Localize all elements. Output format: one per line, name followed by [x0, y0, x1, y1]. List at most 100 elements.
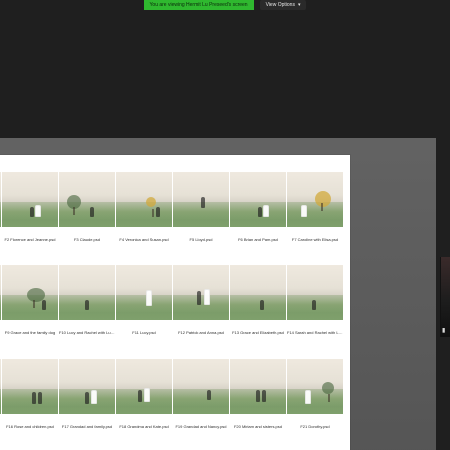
figure-mark — [156, 207, 160, 217]
figure-mark — [260, 300, 264, 310]
thumbnail-cell[interactable]: F2 Florence and Jeanne.psd — [2, 172, 58, 242]
viewing-screen-badge: You are viewing Hermit Lu Preseed's scre… — [143, 0, 254, 10]
thumbnail-image — [59, 359, 115, 414]
thumbnail-cell[interactable]: F12 Patrick and Anna.psd — [173, 265, 229, 335]
thumbnail-cell[interactable]: F9 Grace and the family dog — [2, 265, 58, 335]
tree-mark — [322, 382, 334, 402]
participant-video-feed — [441, 257, 450, 337]
thumbnail-image — [173, 359, 229, 414]
tree-mark — [67, 195, 81, 215]
figure-mark — [201, 197, 205, 208]
thumbnail-cell[interactable]: F11 Lucy.psd — [116, 265, 172, 335]
thumbnail-cell[interactable]: F3 Claude.psd — [59, 172, 115, 242]
thumbnail-cell[interactable]: F19 Grandad and Nancy.psd — [173, 359, 229, 429]
thumbnail-image — [59, 172, 115, 227]
zoom-meeting-window: You are viewing Hermit Lu Preseed's scre… — [0, 0, 450, 450]
thumbnail-cell[interactable] — [0, 359, 1, 424]
figure-mark — [35, 205, 41, 217]
thumbnail-image — [116, 359, 172, 414]
thumbnail-caption: F4 Veronica and Susan.psd — [119, 237, 169, 242]
thumbnail-caption: F21 Dorothy.psd — [300, 424, 330, 429]
thumbnail-image — [2, 359, 58, 414]
figure-mark — [32, 392, 36, 404]
thumbnail-cell[interactable]: F6 Brian and Pam.psd — [230, 172, 286, 242]
thumbnail-caption: F19 Grandad and Nancy.psd — [175, 424, 227, 429]
figure-mark — [85, 300, 89, 310]
thumbnail-caption: F18 Grandma and Kate.psd — [119, 424, 169, 429]
thumbnail-image — [287, 172, 343, 227]
thumbnail-image — [230, 265, 286, 320]
thumbnail-caption: F9 Grace and the family dog — [4, 330, 56, 335]
thumbnail-caption: F2 Florence and Jeanne.psd — [4, 237, 56, 242]
thumbnail-caption: F11 Lucy.psd — [132, 330, 156, 335]
thumbnail-image — [173, 172, 229, 227]
thumbnail-image — [230, 172, 286, 227]
thumbnail-image — [0, 265, 1, 320]
participant-video-tile[interactable]: ▮ — [440, 257, 450, 337]
thumbnail-caption: F3 Claude.psd — [73, 237, 100, 242]
figure-mark — [91, 390, 97, 404]
figure-mark — [204, 289, 210, 305]
thumbnail-cell[interactable]: F14 Sarah and Rachel with Lucy.psd — [287, 265, 343, 335]
thumbnail-image — [2, 265, 58, 320]
figure-mark — [144, 388, 150, 402]
figure-mark — [258, 207, 262, 217]
figure-mark — [301, 205, 307, 217]
tree-mark — [315, 191, 331, 211]
figure-mark — [305, 390, 311, 404]
thumbnail-image — [0, 359, 1, 414]
thumbnail-image — [230, 359, 286, 414]
thumbnail-image — [116, 172, 172, 227]
figure-mark — [256, 390, 260, 402]
figure-mark — [263, 205, 269, 217]
tree-mark — [146, 197, 156, 217]
figure-mark — [207, 390, 211, 400]
figure-mark — [197, 291, 201, 305]
figure-mark — [262, 390, 266, 402]
thumbnail-cell[interactable]: F5 Lloyd.psd — [173, 172, 229, 242]
thumbnail-caption: F6 Brian and Pam.psd — [238, 237, 278, 242]
thumbnail-caption: F13 Grace and Elizabeth.psd — [232, 330, 284, 335]
screen-share-top-bar: You are viewing Hermit Lu Preseed's scre… — [0, 0, 450, 10]
thumbnail-cell[interactable]: F20 Miriam and sisters.psd — [230, 359, 286, 429]
thumbnail-image — [2, 172, 58, 227]
view-options-label: View Options — [265, 2, 295, 8]
thumbnail-caption: F10 Lucy and Rachel with Lucy.psd — [59, 330, 115, 335]
thumbnail-image — [116, 265, 172, 320]
thumbnail-image — [287, 265, 343, 320]
view-options-button[interactable]: View Options ▾ — [259, 0, 307, 10]
figure-mark — [312, 300, 316, 310]
thumbnail-image — [59, 265, 115, 320]
figure-mark — [38, 392, 42, 404]
figure-mark — [30, 207, 34, 217]
thumbnail-image — [173, 265, 229, 320]
thumbnail-caption: F12 Patrick and Anna.psd — [178, 330, 224, 335]
figure-mark — [138, 390, 142, 402]
thumbnail-caption: F7 Caroline with Elisa.psd — [291, 237, 339, 242]
thumbnail-cell[interactable]: F21 Dorothy.psd — [287, 359, 343, 429]
thumbnail-cell[interactable]: F4 Veronica and Susan.psd — [116, 172, 172, 242]
thumbnail-cell[interactable]: F17 Grandad and family.psd — [59, 359, 115, 429]
thumbnail-caption: F5 Lloyd.psd — [189, 237, 213, 242]
thumbnail-caption: F20 Miriam and sisters.psd — [233, 424, 282, 429]
contact-sheet-document: F2 Florence and Jeanne.psd F3 Claude.psd… — [0, 155, 350, 450]
thumbnail-cell[interactable]: F7 Caroline with Elisa.psd — [287, 172, 343, 242]
thumbnail-image — [0, 172, 1, 227]
viewing-screen-text: You are viewing Hermit Lu Preseed's scre… — [149, 2, 248, 8]
thumbnail-cell[interactable]: F16 Rose and children.psd — [2, 359, 58, 429]
thumbnail-cell[interactable]: F10 Lucy and Rachel with Lucy.psd — [59, 265, 115, 335]
figure-mark — [42, 300, 46, 310]
caret-down-icon: ▾ — [297, 2, 301, 8]
thumbnail-cell[interactable]: F18 Grandma and Kate.psd — [116, 359, 172, 429]
thumbnail-caption: F14 Sarah and Rachel with Lucy.psd — [287, 330, 343, 335]
signal-icon: ▮ — [442, 327, 446, 334]
thumbnail-cell[interactable]: F13 Grace and Elizabeth.psd — [230, 265, 286, 335]
figure-mark — [90, 207, 94, 217]
thumbnail-image — [287, 359, 343, 414]
thumbnail-caption: F16 Rose and children.psd — [6, 424, 54, 429]
thumbnail-caption: F17 Grandad and family.psd — [61, 424, 113, 429]
figure-mark — [85, 392, 89, 404]
thumbnail-cell[interactable] — [0, 265, 1, 330]
thumbnail-cell[interactable] — [0, 172, 1, 237]
figure-mark — [146, 290, 152, 306]
